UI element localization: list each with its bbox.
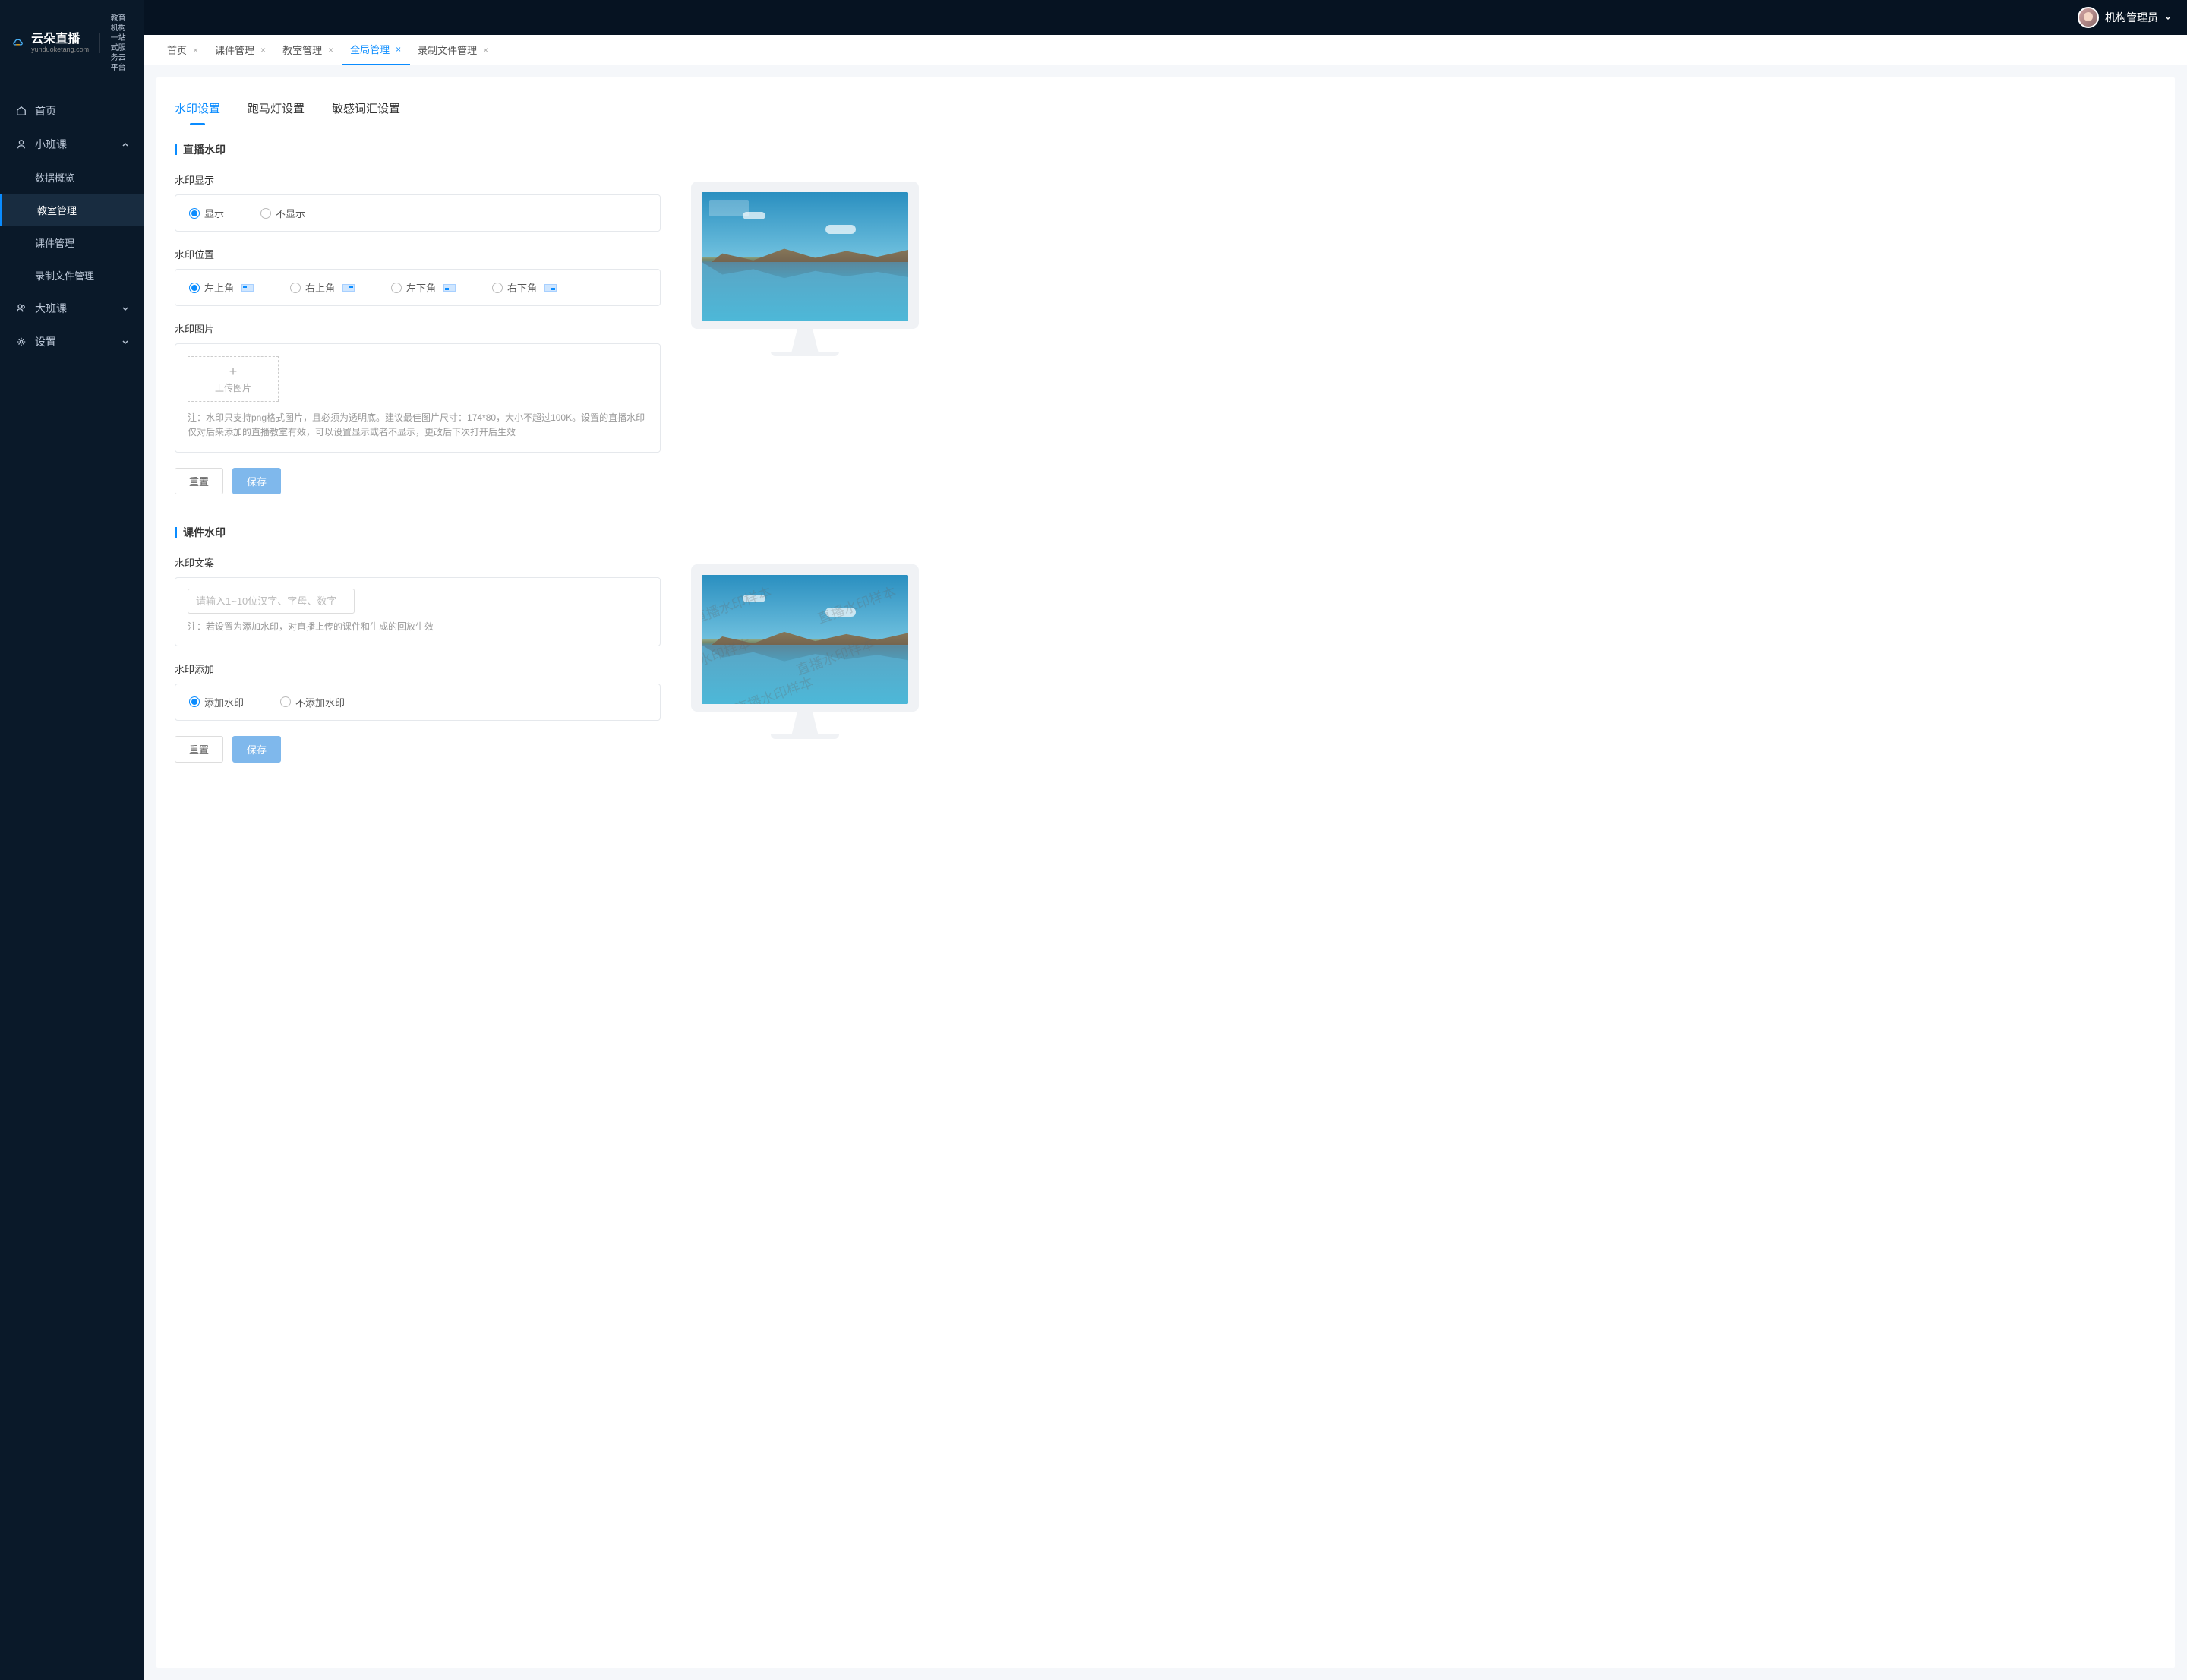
content-tab-sensitive[interactable]: 敏感词汇设置	[332, 96, 400, 121]
close-icon[interactable]: ×	[327, 45, 335, 55]
sidebar-item-settings[interactable]: 设置	[0, 325, 144, 358]
tab-bar: 首页× 课件管理× 教室管理× 全局管理× 录制文件管理×	[144, 35, 2187, 65]
tab-recording[interactable]: 录制文件管理×	[410, 35, 497, 65]
sidebar-item-courseware-mgmt[interactable]: 课件管理	[0, 226, 144, 259]
radio-icon	[260, 208, 271, 219]
radio-no-watermark[interactable]: 不添加水印	[280, 695, 345, 709]
tab-home[interactable]: 首页×	[159, 35, 207, 65]
tab-global[interactable]: 全局管理×	[342, 35, 410, 65]
radio-icon	[189, 283, 200, 293]
sidebar-item-recording-mgmt[interactable]: 录制文件管理	[0, 259, 144, 292]
logo-icon	[12, 31, 24, 55]
header: 机构管理员	[144, 0, 2187, 35]
radio-icon	[290, 283, 301, 293]
chevron-up-icon	[122, 138, 129, 150]
chevron-down-icon	[122, 336, 129, 348]
tab-classroom[interactable]: 教室管理×	[275, 35, 342, 65]
watermark-text-input[interactable]	[188, 589, 355, 614]
pos-icon	[342, 284, 355, 292]
chevron-down-icon	[2164, 11, 2172, 24]
preview-live	[691, 182, 919, 356]
section-title-live: 直播水印	[175, 142, 661, 157]
radio-icon	[391, 283, 402, 293]
user-menu[interactable]: 机构管理员	[2078, 7, 2172, 28]
label-display: 水印显示	[175, 172, 661, 187]
pos-icon	[241, 284, 254, 292]
sidebar-item-classroom-mgmt[interactable]: 教室管理	[0, 194, 144, 226]
radio-bottom-left[interactable]: 左下角	[391, 280, 456, 295]
home-icon	[15, 105, 27, 117]
upload-hint: 注：水印只支持png格式图片，且必须为透明底。建议最佳图片尺寸：174*80，大…	[188, 411, 648, 440]
watermark-badge	[709, 200, 749, 216]
preview-course: 直播水印样本 直播水印样本 直播水印样本 直播水印样本 直播水印样本	[691, 564, 919, 739]
radio-add-watermark[interactable]: 添加水印	[189, 695, 244, 709]
text-hint: 注：若设置为添加水印，对直播上传的课件和生成的回放生效	[188, 620, 648, 634]
label-image: 水印图片	[175, 321, 661, 336]
label-position: 水印位置	[175, 247, 661, 261]
sidebar: 云朵直播 yunduoketang.com 教育机构一站 式服务云平台 首页 小…	[0, 0, 144, 1680]
close-icon[interactable]: ×	[394, 44, 402, 55]
radio-icon	[280, 696, 291, 707]
radio-hide[interactable]: 不显示	[260, 206, 305, 220]
save-button[interactable]: 保存	[232, 468, 281, 494]
save-button[interactable]: 保存	[232, 736, 281, 763]
logo-area: 云朵直播 yunduoketang.com 教育机构一站 式服务云平台	[0, 0, 144, 87]
sidebar-item-data-overview[interactable]: 数据概览	[0, 161, 144, 194]
label-add: 水印添加	[175, 662, 661, 676]
gear-icon	[15, 336, 27, 348]
upload-image[interactable]: + 上传图片	[188, 356, 279, 402]
sidebar-item-small-class[interactable]: 小班课	[0, 128, 144, 161]
reset-button[interactable]: 重置	[175, 736, 223, 763]
pos-icon	[443, 284, 456, 292]
logo-main: 云朵直播	[31, 33, 89, 46]
radio-icon	[492, 283, 503, 293]
avatar	[2078, 7, 2099, 28]
plus-icon: +	[229, 365, 238, 378]
close-icon[interactable]: ×	[191, 45, 200, 55]
content-tab-marquee[interactable]: 跑马灯设置	[248, 96, 305, 121]
section-title-course: 课件水印	[175, 525, 661, 540]
reset-button[interactable]: 重置	[175, 468, 223, 494]
sidebar-item-home[interactable]: 首页	[0, 94, 144, 128]
tab-courseware[interactable]: 课件管理×	[207, 35, 275, 65]
close-icon[interactable]: ×	[259, 45, 267, 55]
logo-sub: yunduoketang.com	[31, 46, 89, 54]
radio-top-right[interactable]: 右上角	[290, 280, 355, 295]
pos-icon	[544, 284, 557, 292]
users-icon	[15, 302, 27, 314]
user-icon	[15, 138, 27, 150]
radio-icon	[189, 208, 200, 219]
radio-icon	[189, 696, 200, 707]
radio-bottom-right[interactable]: 右下角	[492, 280, 557, 295]
radio-show[interactable]: 显示	[189, 206, 224, 220]
close-icon[interactable]: ×	[481, 45, 490, 55]
label-text: 水印文案	[175, 555, 661, 570]
chevron-down-icon	[122, 302, 129, 314]
content-tab-watermark[interactable]: 水印设置	[175, 96, 220, 121]
radio-top-left[interactable]: 左上角	[189, 280, 254, 295]
sidebar-item-big-class[interactable]: 大班课	[0, 292, 144, 325]
